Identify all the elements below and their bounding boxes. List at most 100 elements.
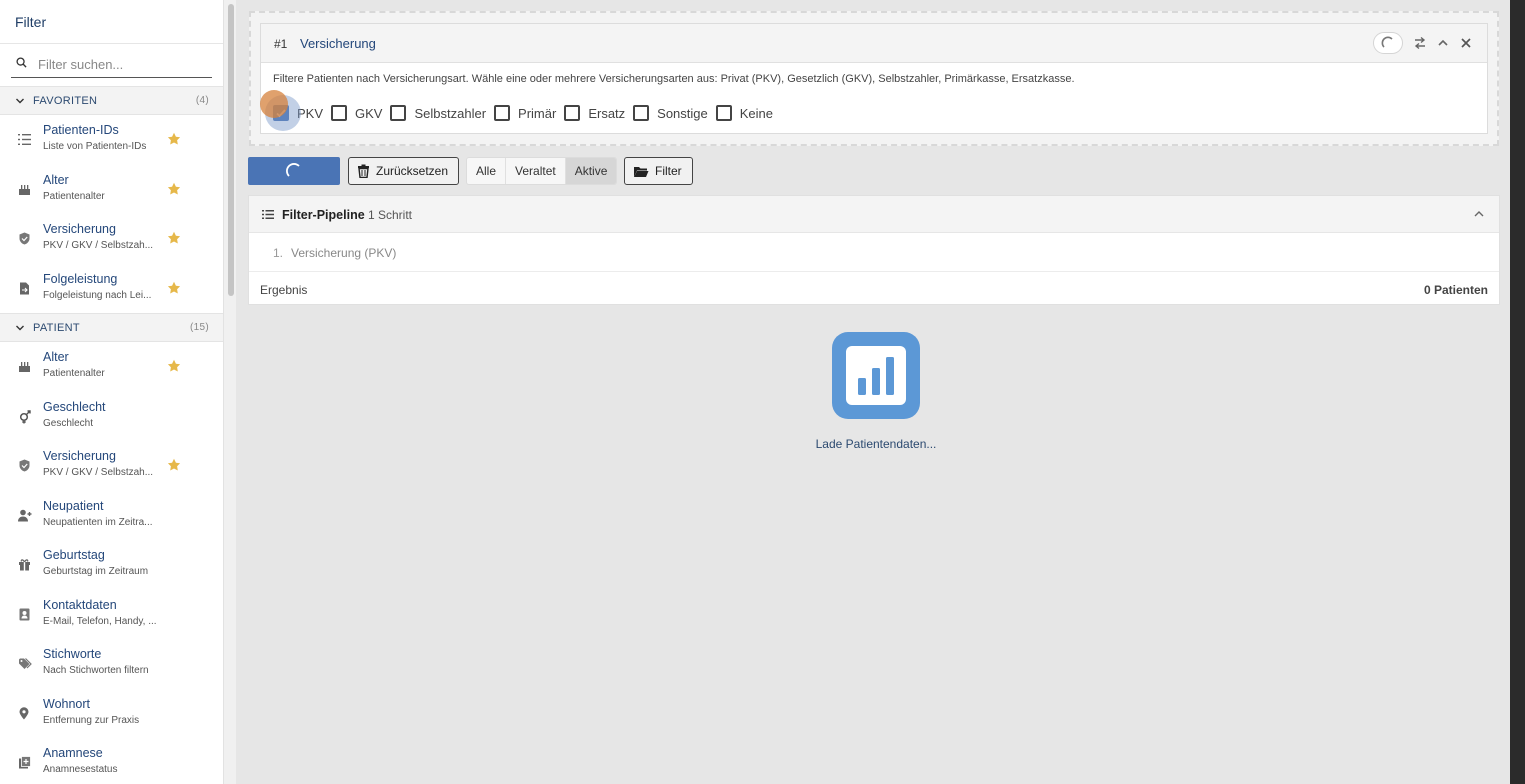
filter-search-field[interactable] bbox=[11, 54, 212, 78]
insurance-option[interactable]: GKV bbox=[331, 105, 382, 121]
pipeline-header[interactable]: Filter-Pipeline 1 Schritt bbox=[249, 196, 1499, 233]
sidebar-filter-item[interactable]: Stichworte Nach Stichworten filtern bbox=[0, 639, 223, 689]
pipeline-step-label: Versicherung (PKV) bbox=[291, 246, 397, 260]
remove-step-button[interactable] bbox=[1457, 34, 1475, 52]
sidebar-group-header[interactable]: PATIENT (15) bbox=[0, 313, 223, 342]
spinner-icon bbox=[286, 163, 300, 177]
sidebar-filter-item[interactable]: Alter Patientenalter bbox=[0, 165, 223, 215]
list-numbers-icon bbox=[18, 133, 31, 146]
sidebar-filter-item[interactable]: Anamnese Anamnesestatus bbox=[0, 738, 223, 784]
pipeline-title: Filter-Pipeline bbox=[282, 208, 365, 222]
window-edge bbox=[1510, 0, 1525, 784]
checkbox[interactable] bbox=[715, 105, 732, 121]
bar-chart-icon bbox=[832, 332, 920, 419]
filter-item-title: Kontaktdaten bbox=[43, 597, 117, 612]
insurance-option[interactable]: Primär bbox=[494, 105, 556, 121]
cake-icon bbox=[18, 183, 31, 196]
saved-filters-label: Filter bbox=[655, 164, 682, 178]
gender-icon bbox=[18, 409, 31, 423]
saved-filters-button[interactable]: Filter bbox=[624, 157, 693, 185]
step-loading-indicator bbox=[1373, 32, 1403, 54]
star-icon[interactable] bbox=[167, 281, 181, 295]
star-icon[interactable] bbox=[167, 458, 181, 472]
shield-icon bbox=[18, 459, 31, 472]
insurance-option[interactable]: Keine bbox=[715, 105, 773, 121]
cursor-marker bbox=[260, 90, 288, 118]
checkbox-label: GKV bbox=[355, 105, 383, 121]
segment-option[interactable]: Alle bbox=[467, 158, 507, 184]
checkbox[interactable] bbox=[390, 105, 407, 121]
sidebar-filter-item[interactable]: Geschlecht Geschlecht bbox=[0, 392, 223, 442]
search-icon bbox=[16, 57, 27, 68]
sidebar-filter-item[interactable]: Wohnort Entfernung zur Praxis bbox=[0, 689, 223, 739]
star-icon[interactable] bbox=[167, 132, 181, 146]
filter-item-title: Stichworte bbox=[43, 647, 102, 661]
filter-item-title: Versicherung bbox=[43, 222, 116, 236]
step-number: #1 bbox=[274, 37, 288, 51]
pipeline-step-count: 1 Schritt bbox=[368, 208, 413, 222]
reset-button-label: Zurücksetzen bbox=[376, 164, 449, 178]
pipeline-step-row[interactable]: 1. Versicherung (PKV) bbox=[249, 233, 1499, 272]
sidebar-filter-item[interactable]: Versicherung PKV / GKV / Selbstzah... bbox=[0, 214, 223, 264]
filter-item-subtitle: Geschlecht bbox=[43, 417, 94, 429]
apply-button[interactable] bbox=[248, 157, 340, 185]
filter-item-title: Alter bbox=[43, 350, 69, 364]
checkbox[interactable] bbox=[564, 105, 581, 121]
checkbox[interactable] bbox=[633, 105, 650, 121]
checkbox-label: Primär bbox=[518, 105, 557, 121]
sidebar-filter-item[interactable]: Geburtstag Geburtstag im Zeitraum bbox=[0, 540, 223, 590]
filter-item-title: Versicherung bbox=[43, 449, 116, 463]
group-count: (4) bbox=[195, 95, 209, 106]
sidebar-filter-item[interactable]: Folgeleistung Folgeleistung nach Lei... bbox=[0, 264, 223, 314]
scrollbar-thumb[interactable] bbox=[228, 4, 234, 296]
filter-item-title: Anamnese bbox=[43, 746, 103, 760]
spinner-icon bbox=[1381, 36, 1393, 48]
star-icon[interactable] bbox=[167, 231, 181, 245]
chevron-up-icon bbox=[1438, 39, 1448, 46]
sidebar-filter-item[interactable]: Patienten-IDs Liste von Patienten-IDs bbox=[0, 115, 223, 165]
chevron-down-icon bbox=[16, 98, 24, 103]
segment-option[interactable]: Aktive bbox=[565, 158, 617, 184]
filter-item-subtitle: PKV / GKV / Selbstzah... bbox=[43, 240, 154, 251]
filter-pipeline-panel: Filter-Pipeline 1 Schritt 1. Versicherun… bbox=[248, 195, 1500, 305]
sidebar-scrollbar[interactable] bbox=[223, 0, 236, 784]
segment-option[interactable]: Veraltet bbox=[506, 158, 566, 184]
sidebar-filter-item[interactable]: Alter Patientenalter bbox=[0, 342, 223, 392]
clipboard-icon bbox=[18, 756, 31, 769]
status-segmented-control: Alle Veraltet Aktive bbox=[466, 157, 618, 185]
star-icon[interactable] bbox=[167, 359, 181, 373]
step-title: Versicherung bbox=[300, 36, 376, 51]
filter-item-title: Wohnort bbox=[43, 696, 91, 711]
sidebar-filter-item[interactable]: Kontaktdaten E-Mail, Telefon, Handy, ... bbox=[0, 590, 223, 640]
insurance-option[interactable]: Sonstige bbox=[633, 105, 708, 121]
sidebar-group-header[interactable]: FAVORITEN (4) bbox=[0, 86, 223, 115]
checkbox[interactable] bbox=[494, 105, 511, 121]
insurance-options: PKV GKV Selbstzahler Primär Ersatz Sonstige Ke… bbox=[273, 105, 781, 121]
checkbox[interactable] bbox=[331, 105, 348, 121]
checkbox-label: Selbstzahler bbox=[414, 105, 487, 121]
insurance-option[interactable]: Selbstzahler bbox=[390, 105, 486, 121]
group-count: (15) bbox=[190, 322, 209, 333]
star-icon[interactable] bbox=[167, 182, 181, 196]
reset-button[interactable]: Zurücksetzen bbox=[348, 157, 460, 185]
sidebar-filter-item[interactable]: Versicherung PKV / GKV / Selbstzah... bbox=[0, 441, 223, 491]
sidebar-filter-item[interactable]: Neupatient Neupatienten im Zeitra... bbox=[0, 491, 223, 541]
filter-item-subtitle: Geburtstag im Zeitraum bbox=[43, 566, 149, 577]
filter-item-subtitle: Anamnesestatus bbox=[43, 764, 118, 775]
filter-item-subtitle: PKV / GKV / Selbstzah... bbox=[43, 467, 154, 478]
filter-item-title: Alter bbox=[43, 172, 69, 187]
checkbox-label: Keine bbox=[739, 105, 773, 121]
filter-search-input[interactable] bbox=[38, 57, 208, 72]
group-name: FAVORITEN bbox=[33, 94, 98, 107]
swap-step-button[interactable] bbox=[1411, 34, 1429, 52]
group-name: PATIENT bbox=[33, 321, 80, 334]
step-header: #1 Versicherung bbox=[261, 24, 1487, 63]
list-icon bbox=[262, 210, 274, 219]
chevron-up-icon[interactable] bbox=[1473, 208, 1485, 220]
gift-icon bbox=[18, 558, 31, 571]
insurance-option[interactable]: Ersatz bbox=[564, 105, 625, 121]
location-pin-icon bbox=[18, 706, 31, 720]
filter-item-title: Geschlecht bbox=[43, 399, 106, 414]
collapse-step-button[interactable] bbox=[1434, 34, 1452, 52]
loading-message: Lade Patientendaten... bbox=[815, 437, 937, 451]
